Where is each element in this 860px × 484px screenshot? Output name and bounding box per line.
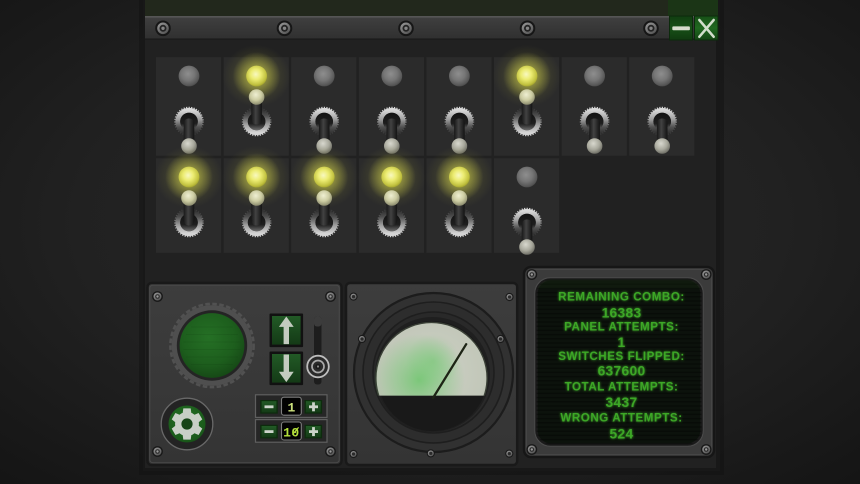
svg-text:SWITCHES FLIPPED:: SWITCHES FLIPPED: [558, 350, 685, 363]
svg-text:TOTAL ATTEMPTS:: TOTAL ATTEMPTS: [565, 381, 679, 394]
svg-text:3437: 3437 [606, 395, 638, 410]
svg-text:16383: 16383 [602, 306, 642, 321]
svg-text:1: 1 [618, 335, 626, 350]
svg-text:637600: 637600 [598, 363, 646, 378]
svg-text:REMAINING COMBO:: REMAINING COMBO: [558, 290, 685, 303]
svg-text:PANEL ATTEMPTS:: PANEL ATTEMPTS: [564, 320, 679, 333]
svg-text:524: 524 [610, 427, 634, 442]
svg-text:10: 10 [283, 425, 300, 440]
svg-text:1: 1 [287, 401, 295, 416]
svg-text:WRONG ATTEMPTS:: WRONG ATTEMPTS: [560, 411, 682, 424]
